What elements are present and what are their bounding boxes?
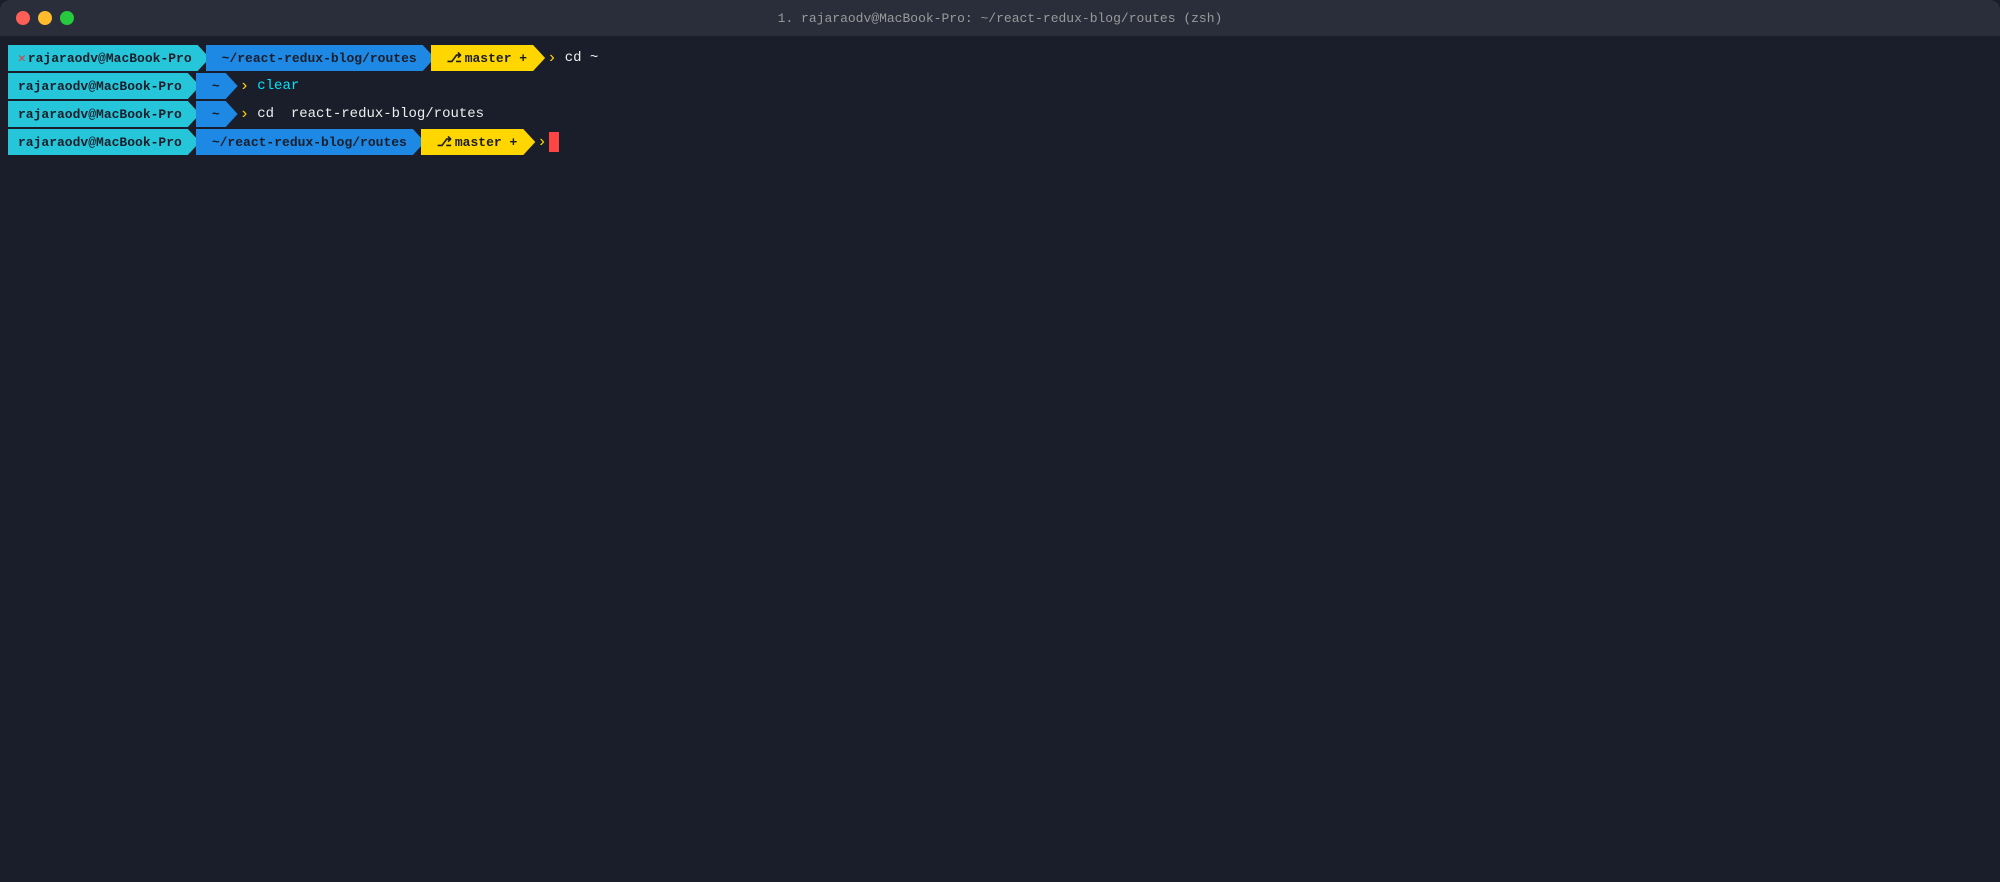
terminal-line-2: rajaraodv@MacBook-Pro ~ › clear — [0, 72, 2000, 100]
cmd-1: cd ~ — [565, 50, 599, 66]
cmd-2: clear — [257, 78, 299, 94]
prompt-user-2: rajaraodv@MacBook-Pro — [18, 79, 182, 94]
terminal-line-3: rajaraodv@MacBook-Pro ~ › cd react-redux… — [0, 100, 2000, 128]
cursor — [549, 132, 559, 152]
prompt-arrow-3: › — [240, 105, 250, 123]
minimize-button[interactable] — [38, 11, 52, 25]
terminal-line-4: rajaraodv@MacBook-Pro ~/react-redux-blog… — [0, 128, 2000, 156]
cmd-3: cd react-redux-blog/routes — [257, 106, 484, 122]
prompt-path-4: ~/react-redux-blog/routes — [212, 135, 407, 150]
prompt-user-1: rajaraodv@MacBook-Pro — [28, 51, 192, 66]
title-bar: 1. rajaraodv@MacBook-Pro: ~/react-redux-… — [0, 0, 2000, 36]
window-title: 1. rajaraodv@MacBook-Pro: ~/react-redux-… — [778, 11, 1223, 26]
prompt-user-4: rajaraodv@MacBook-Pro — [18, 135, 182, 150]
error-cross-icon: ✕ — [18, 51, 26, 66]
terminal-line: ✕ rajaraodv@MacBook-Pro ~/react-redux-bl… — [0, 44, 2000, 72]
terminal-window: 1. rajaraodv@MacBook-Pro: ~/react-redux-… — [0, 0, 2000, 882]
prompt-git-1: master + — [465, 51, 527, 66]
maximize-button[interactable] — [60, 11, 74, 25]
git-branch-icon-4: ⎇ — [437, 135, 452, 150]
git-branch-icon-1: ⎇ — [447, 51, 462, 66]
terminal-body[interactable]: ✕ rajaraodv@MacBook-Pro ~/react-redux-bl… — [0, 36, 2000, 882]
window-controls — [16, 11, 74, 25]
prompt-path-1: ~/react-redux-blog/routes — [222, 51, 417, 66]
prompt-user-3: rajaraodv@MacBook-Pro — [18, 107, 182, 122]
prompt-git-4: master + — [455, 135, 517, 150]
prompt-path-2: ~ — [212, 79, 220, 94]
close-button[interactable] — [16, 11, 30, 25]
prompt-arrow-2: › — [240, 77, 250, 95]
prompt-arrow-1: › — [547, 49, 557, 67]
prompt-arrow-4: › — [537, 133, 547, 151]
prompt-path-3: ~ — [212, 107, 220, 122]
